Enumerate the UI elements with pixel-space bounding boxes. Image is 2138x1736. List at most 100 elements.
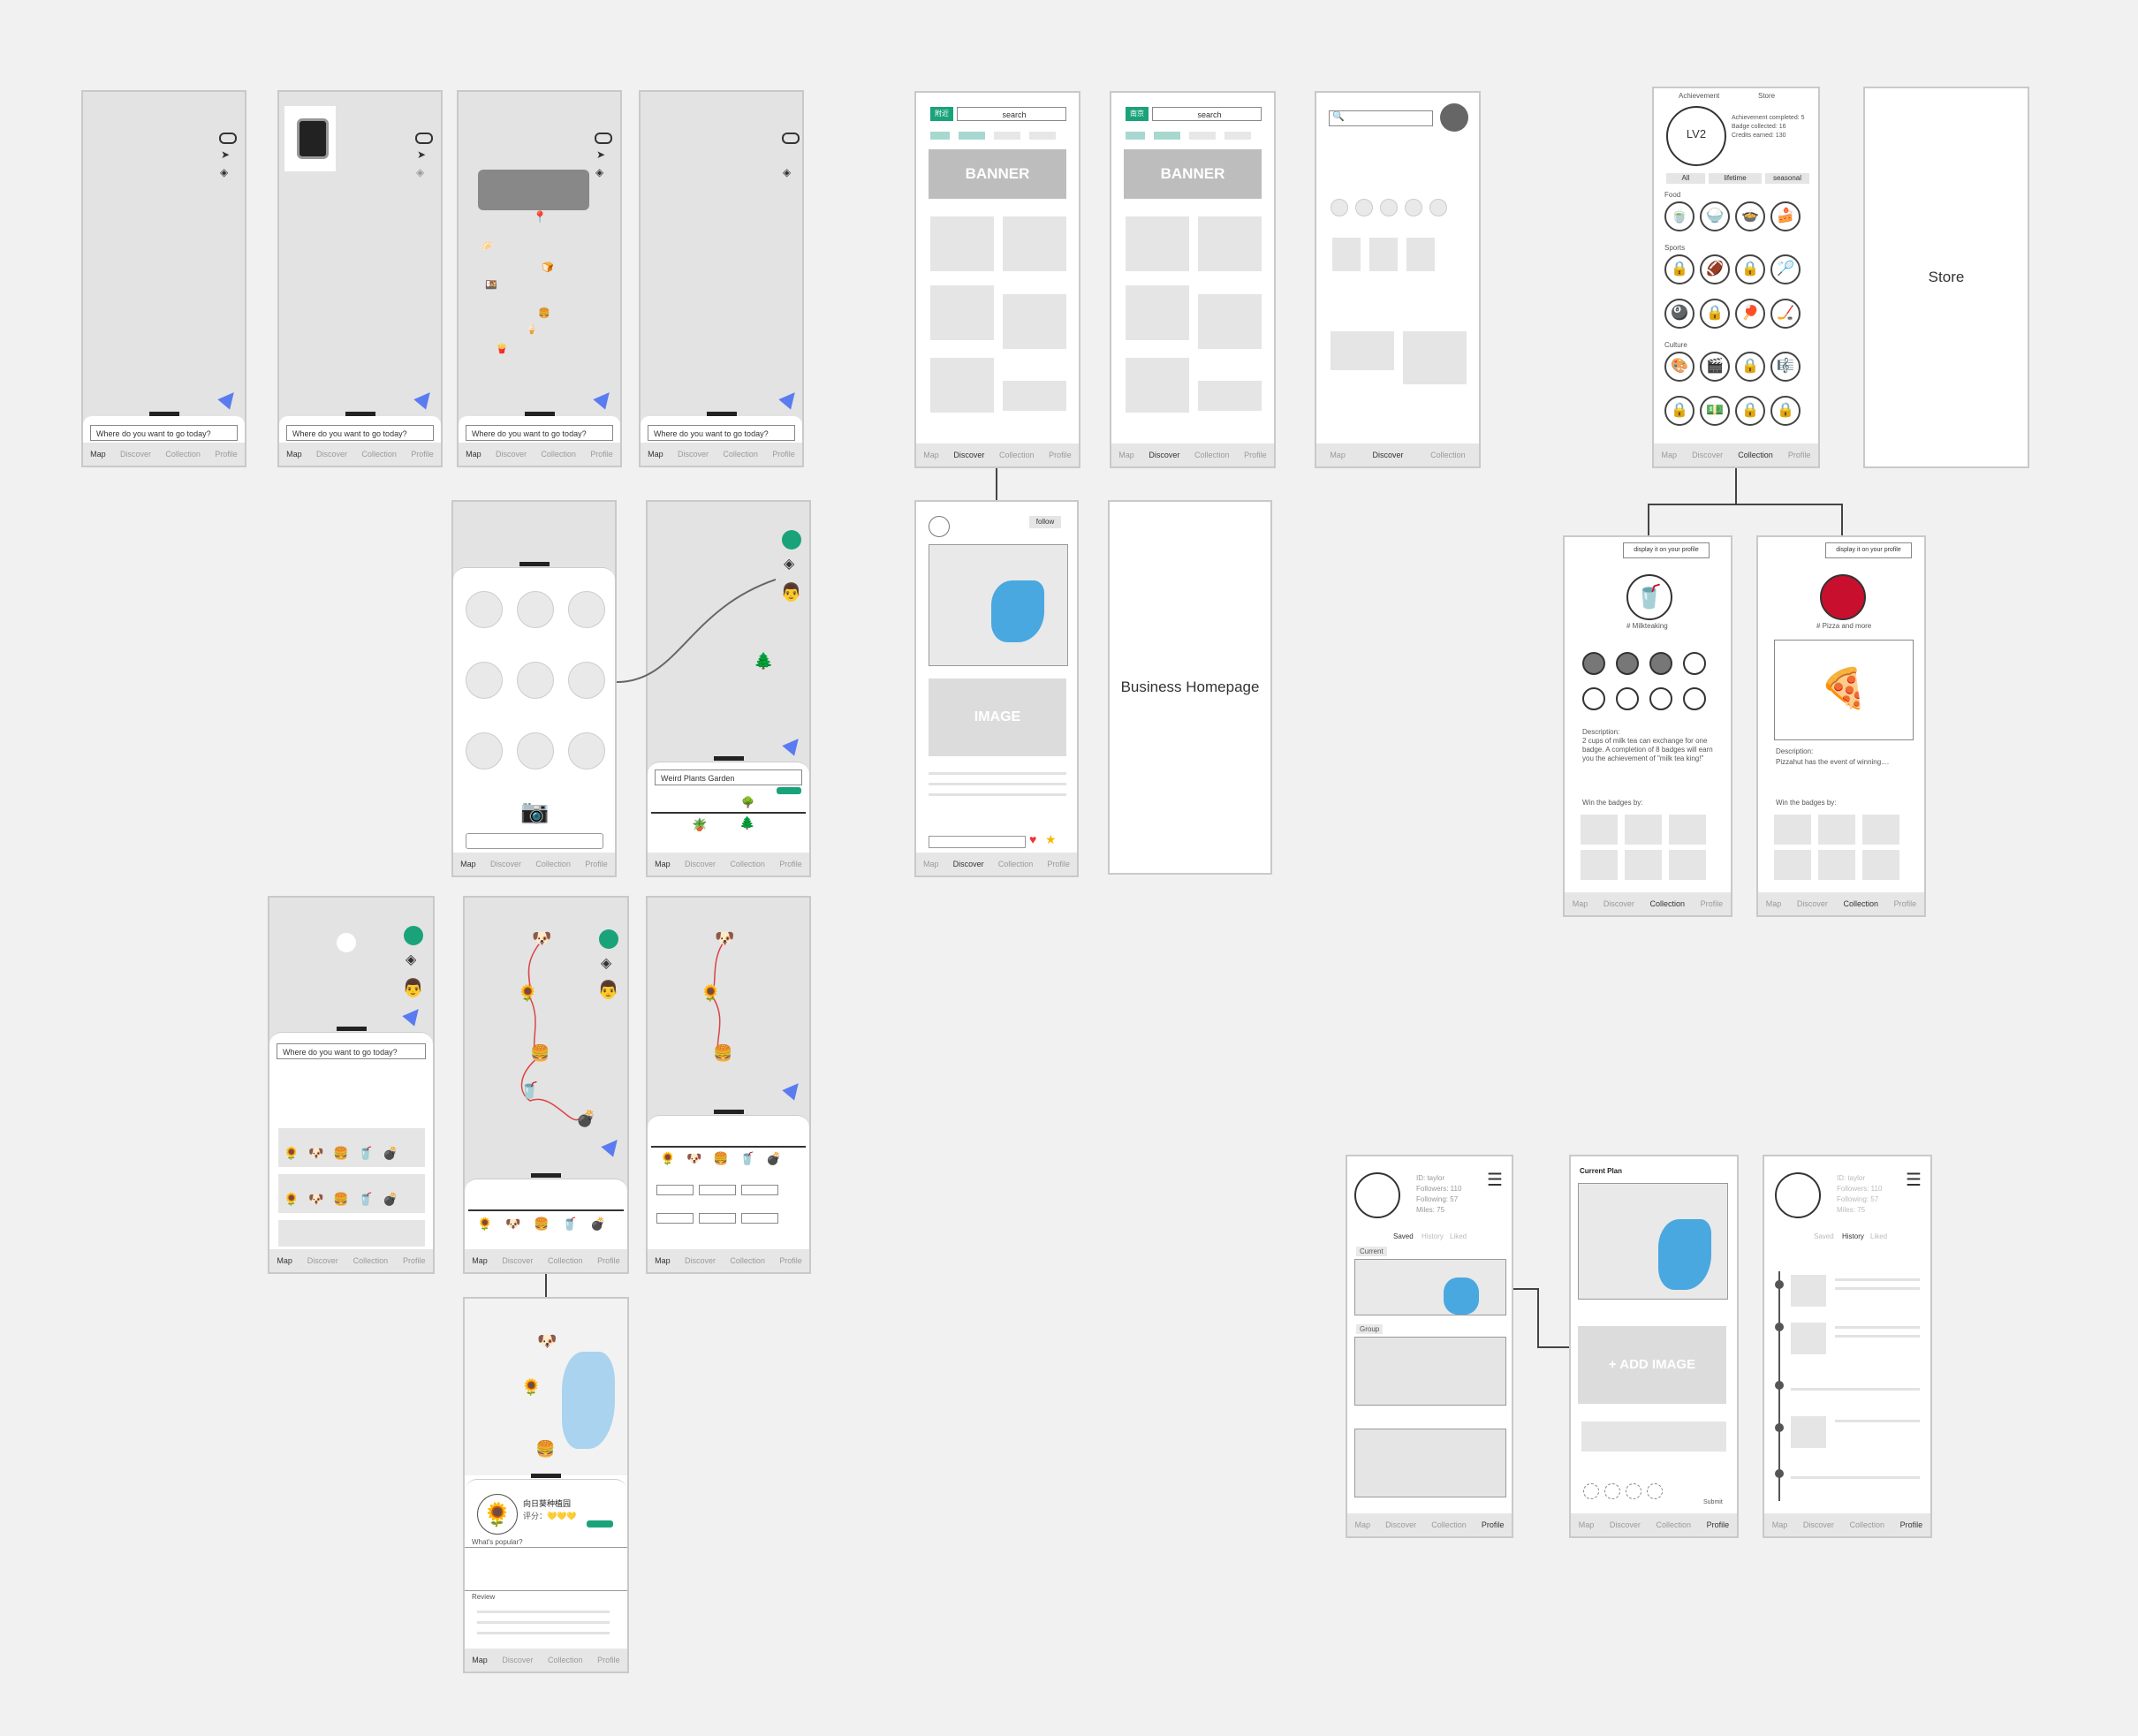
menu-icon[interactable]: ☰ — [1906, 1169, 1922, 1191]
burger-icon[interactable]: 🍔 — [333, 1192, 348, 1207]
tab-map[interactable]: Map — [648, 450, 663, 459]
group-card[interactable] — [1354, 1337, 1506, 1406]
slot-circle[interactable] — [568, 662, 605, 699]
send-icon[interactable]: ➤ — [417, 148, 426, 161]
tab-map[interactable]: Map — [923, 860, 939, 868]
display-button[interactable]: display it on your profile — [1825, 542, 1912, 558]
card[interactable] — [1003, 381, 1066, 411]
badge[interactable]: 💵 — [1700, 396, 1730, 426]
toggle-icon[interactable] — [415, 133, 433, 144]
tab-saved[interactable]: Saved — [1393, 1232, 1414, 1240]
task-tile[interactable] — [1669, 850, 1706, 880]
route-card[interactable] — [1369, 238, 1398, 271]
tab-discover[interactable]: Discover — [502, 1256, 533, 1265]
route-card[interactable] — [1332, 238, 1361, 271]
star-icon[interactable]: ★ — [1045, 832, 1057, 847]
badge-locked[interactable]: 🔒 — [1700, 299, 1730, 329]
tab-collection[interactable]: Collection — [165, 450, 201, 459]
card[interactable] — [930, 216, 994, 271]
current-map[interactable] — [1354, 1259, 1506, 1315]
navigation-arrow-icon[interactable] — [413, 387, 436, 410]
tab-map[interactable]: Map — [460, 860, 476, 868]
add-button[interactable] — [404, 926, 423, 945]
tab-discover[interactable]: Discover — [685, 1256, 716, 1265]
burger-icon[interactable]: 🍔 — [713, 1151, 728, 1166]
tab-profile[interactable]: Profile — [1049, 451, 1072, 459]
tab-collection[interactable]: Collection — [730, 1256, 765, 1265]
history-thumb[interactable] — [1791, 1416, 1826, 1448]
tab-collection[interactable]: Collection — [998, 860, 1034, 868]
tab-discover[interactable]: Discover — [307, 1256, 338, 1265]
badge[interactable]: 🍚 — [1700, 201, 1730, 231]
filter-seasonal[interactable]: seasonal — [1765, 173, 1809, 184]
tab-profile[interactable]: Profile — [411, 450, 434, 459]
tab-map[interactable]: Map — [472, 1656, 488, 1664]
tab-map[interactable]: Map — [1662, 451, 1678, 459]
tab-profile[interactable]: Profile — [1244, 451, 1267, 459]
search-input[interactable]: search — [957, 107, 1066, 121]
tab-profile[interactable]: Profile — [772, 450, 795, 459]
tab-achievement[interactable]: Achievement — [1679, 92, 1719, 100]
navigation-arrow-icon[interactable] — [217, 387, 240, 410]
placeholder-circle[interactable] — [1355, 199, 1373, 216]
tab-map[interactable]: Map — [655, 1256, 671, 1265]
card[interactable] — [1331, 331, 1394, 370]
dog-icon[interactable]: 🐶 — [715, 929, 734, 948]
form-input[interactable] — [656, 1185, 694, 1195]
navigation-arrow-icon[interactable] — [778, 387, 801, 410]
food-icon[interactable]: 🥟 — [481, 240, 494, 252]
food-icon[interactable]: 🍱 — [485, 279, 497, 291]
avatar-icon[interactable]: 👨 — [780, 581, 802, 603]
slot-circle[interactable] — [517, 662, 554, 699]
sheet-handle[interactable] — [713, 1110, 744, 1114]
toggle-icon[interactable] — [782, 133, 800, 144]
task-tile[interactable] — [1818, 850, 1855, 880]
location-tag[interactable]: 南京 — [1126, 107, 1149, 121]
task-tile[interactable] — [1774, 815, 1811, 845]
send-icon[interactable]: ➤ — [221, 148, 230, 161]
add-image-button[interactable]: + ADD IMAGE — [1578, 1326, 1726, 1404]
drink-icon[interactable]: 🥤 — [739, 1151, 754, 1166]
tab-discover[interactable]: Discover — [953, 860, 984, 868]
form-input[interactable] — [741, 1185, 778, 1195]
layers-icon[interactable]: ◈ — [595, 166, 603, 178]
category-chip[interactable] — [930, 132, 950, 140]
dog-icon[interactable]: 🐶 — [686, 1151, 701, 1166]
badge[interactable]: 🏓 — [1735, 299, 1765, 329]
category-chip[interactable] — [994, 132, 1020, 140]
layers-icon[interactable]: ◈ — [783, 166, 791, 178]
form-input[interactable] — [699, 1213, 736, 1224]
dog-icon[interactable]: 🐶 — [308, 1192, 323, 1207]
filter-all[interactable]: All — [1666, 173, 1705, 184]
tab-map[interactable]: Map — [655, 860, 671, 868]
add-button[interactable] — [782, 530, 801, 550]
task-tile[interactable] — [1625, 850, 1662, 880]
navigation-arrow-icon[interactable] — [782, 733, 805, 756]
display-button[interactable]: display it on your profile — [1623, 542, 1710, 558]
avatar[interactable] — [1440, 103, 1468, 132]
tab-profile[interactable]: Profile — [1788, 451, 1811, 459]
badge[interactable]: 🎨 — [1664, 352, 1694, 382]
burger-icon[interactable]: 🍔 — [534, 1217, 549, 1232]
placeholder-circle[interactable] — [1380, 199, 1398, 216]
tab-history[interactable]: History — [1842, 1232, 1864, 1240]
tab-liked[interactable]: Liked — [1870, 1232, 1887, 1240]
tab-discover[interactable]: Discover — [120, 450, 151, 459]
tab-collection[interactable]: Collection — [723, 450, 758, 459]
badge-slot[interactable] — [1583, 1483, 1599, 1499]
form-input[interactable] — [656, 1213, 694, 1224]
bomb-icon[interactable]: 💣 — [576, 1110, 595, 1128]
category-group[interactable] — [278, 1128, 425, 1167]
badge-locked[interactable]: 🔒 — [1664, 254, 1694, 284]
placeholder-circle[interactable] — [1429, 199, 1447, 216]
place-input[interactable]: Weird Plants Garden — [655, 769, 802, 785]
card[interactable] — [1126, 216, 1189, 271]
card[interactable] — [1126, 358, 1189, 413]
tab-discover[interactable]: Discover — [316, 450, 347, 459]
card[interactable] — [1198, 216, 1262, 271]
plant-icon[interactable]: 🪴 — [692, 817, 707, 832]
sunflower-icon[interactable]: 🌻 — [477, 1217, 492, 1232]
sheet-handle[interactable] — [713, 756, 744, 761]
bomb-icon[interactable]: 💣 — [766, 1151, 781, 1166]
tab-collection[interactable]: Collection — [1844, 899, 1879, 908]
